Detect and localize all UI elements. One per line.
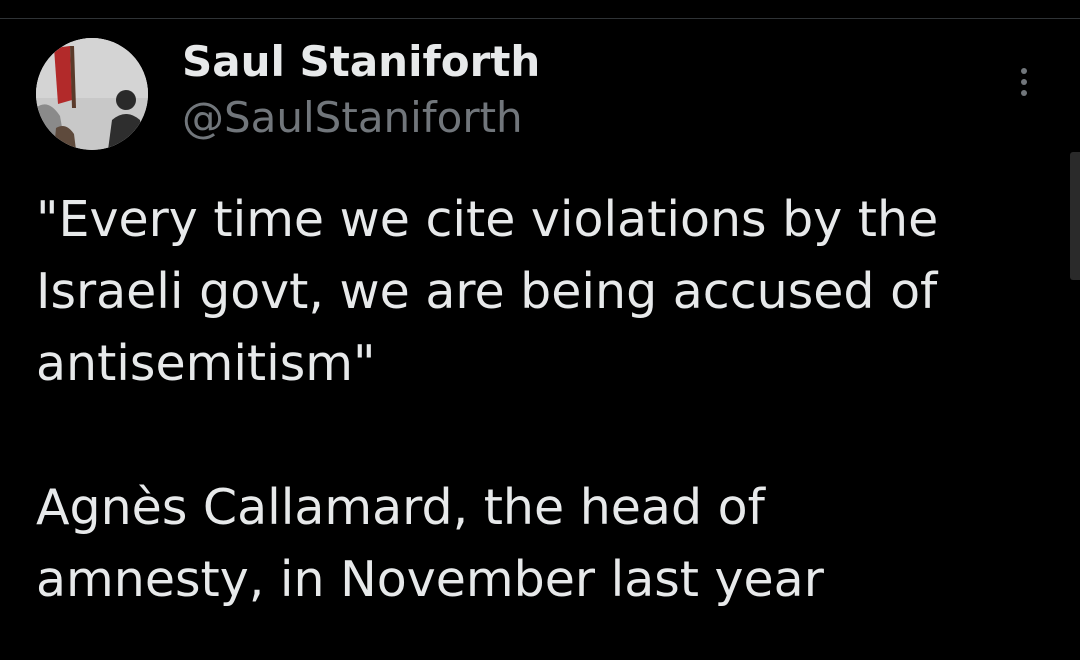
more-options-icon[interactable] [1004,62,1044,102]
avatar[interactable] [36,38,148,150]
user-handle[interactable]: @SaulStaniforth [182,92,523,144]
dot [1021,79,1027,85]
dot [1021,90,1027,96]
scrollbar[interactable] [1070,152,1080,280]
tweet-text: "Every time we cite violations by the Is… [36,184,1026,616]
display-name[interactable]: Saul Staniforth [182,36,540,88]
avatar-image [36,38,148,150]
tweet-paragraph: "Every time we cite violations by the Is… [36,191,939,392]
tweet-paragraph: Agnès Callamard, the head of amnesty, in… [36,479,824,608]
top-divider [0,18,1080,19]
dot [1021,68,1027,74]
